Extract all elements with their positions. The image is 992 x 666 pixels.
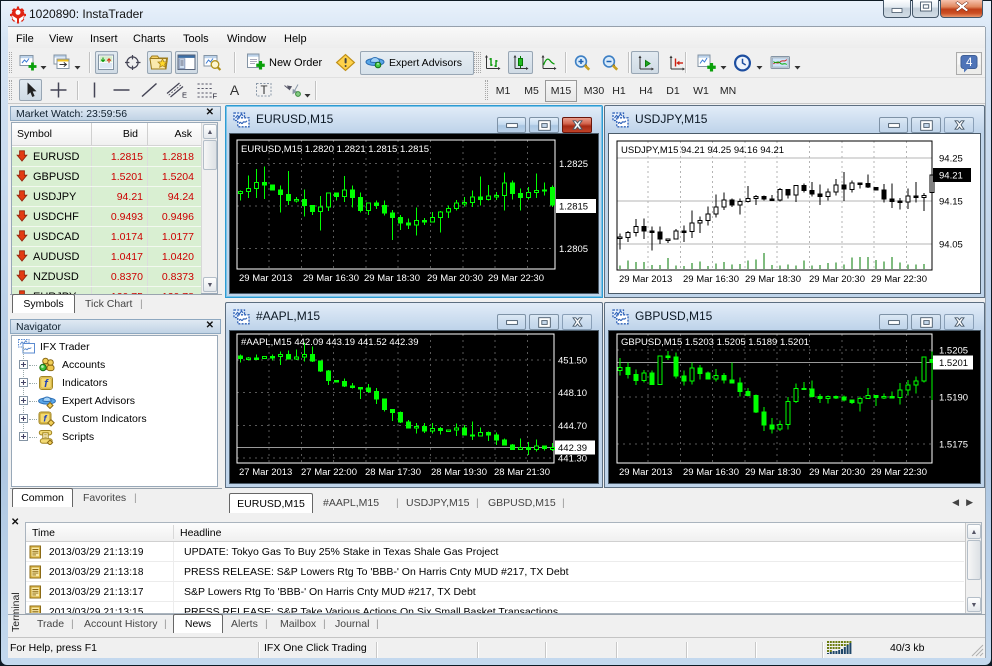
svg-text:29 Mar 20:30: 29 Mar 20:30 [427, 273, 483, 284]
svg-text:1.2805: 1.2805 [559, 244, 588, 255]
svg-text:#AAPL,M15 442.09 443.19 441.5: #AAPL,M15 442.09 443.19 441.52 442.39 [241, 337, 418, 348]
svg-text:1.5175: 1.5175 [939, 440, 968, 451]
svg-text:29 Mar 22:30: 29 Mar 22:30 [871, 467, 927, 478]
svg-text:29 Mar 18:30: 29 Mar 18:30 [745, 274, 801, 285]
svg-text:T: T [260, 85, 267, 97]
svg-text:28 Mar 19:30: 28 Mar 19:30 [431, 467, 487, 478]
svg-text:94.21: 94.21 [939, 171, 963, 182]
svg-text:1.2825: 1.2825 [559, 159, 588, 170]
svg-text:29 Mar 2013: 29 Mar 2013 [239, 273, 292, 284]
svg-text:29 Mar 16:30: 29 Mar 16:30 [683, 467, 739, 478]
svg-text:1.2815: 1.2815 [559, 202, 588, 213]
svg-text:29 Mar 20:30: 29 Mar 20:30 [809, 467, 865, 478]
svg-text:GBPUSD,M15 1.5203 1.5205 1.51: GBPUSD,M15 1.5203 1.5205 1.5189 1.5201 [621, 337, 809, 348]
svg-text:1.5201: 1.5201 [939, 358, 968, 369]
svg-text:29 Mar 20:30: 29 Mar 20:30 [809, 274, 865, 285]
svg-text:E: E [182, 91, 187, 100]
svg-text:29 Mar 2013: 29 Mar 2013 [619, 467, 672, 478]
svg-text:1.5190: 1.5190 [939, 393, 968, 404]
svg-text:29 Mar 18:30: 29 Mar 18:30 [745, 467, 801, 478]
svg-text:29 Mar 18:30: 29 Mar 18:30 [364, 273, 420, 284]
svg-text:448.10: 448.10 [558, 388, 587, 399]
svg-text:1.5205: 1.5205 [939, 346, 968, 357]
svg-text:441.30: 441.30 [558, 454, 587, 465]
svg-text:28 Mar 21:30: 28 Mar 21:30 [494, 467, 550, 478]
svg-text:29 Mar 22:30: 29 Mar 22:30 [488, 273, 544, 284]
svg-text:A: A [229, 82, 239, 98]
svg-text:442.39: 442.39 [558, 443, 587, 454]
svg-text:27 Mar 22:00: 27 Mar 22:00 [301, 467, 357, 478]
svg-text:29 Mar 22:30: 29 Mar 22:30 [871, 274, 927, 285]
svg-text:EURUSD,M15 1.2820 1.2821 1.28: EURUSD,M15 1.2820 1.2821 1.2815 1.2815 [241, 144, 429, 155]
svg-text:USDJPY,M15 94.21 94.25 94.16: USDJPY,M15 94.21 94.25 94.16 94.21 [621, 145, 784, 156]
svg-text:451.50: 451.50 [558, 356, 587, 367]
svg-text:4: 4 [966, 57, 973, 69]
svg-text:94.05: 94.05 [939, 240, 963, 251]
svg-text:444.70: 444.70 [558, 421, 587, 432]
svg-text:94.15: 94.15 [939, 197, 963, 208]
svg-text:27 Mar 2013: 27 Mar 2013 [239, 467, 292, 478]
svg-text:28 Mar 17:30: 28 Mar 17:30 [365, 467, 421, 478]
svg-text:29 Mar 16:30: 29 Mar 16:30 [683, 274, 739, 285]
svg-text:29 Mar 2013: 29 Mar 2013 [619, 274, 672, 285]
svg-text:94.25: 94.25 [939, 154, 963, 165]
svg-text:29 Mar 16:30: 29 Mar 16:30 [303, 273, 359, 284]
svg-text:F: F [213, 92, 218, 100]
